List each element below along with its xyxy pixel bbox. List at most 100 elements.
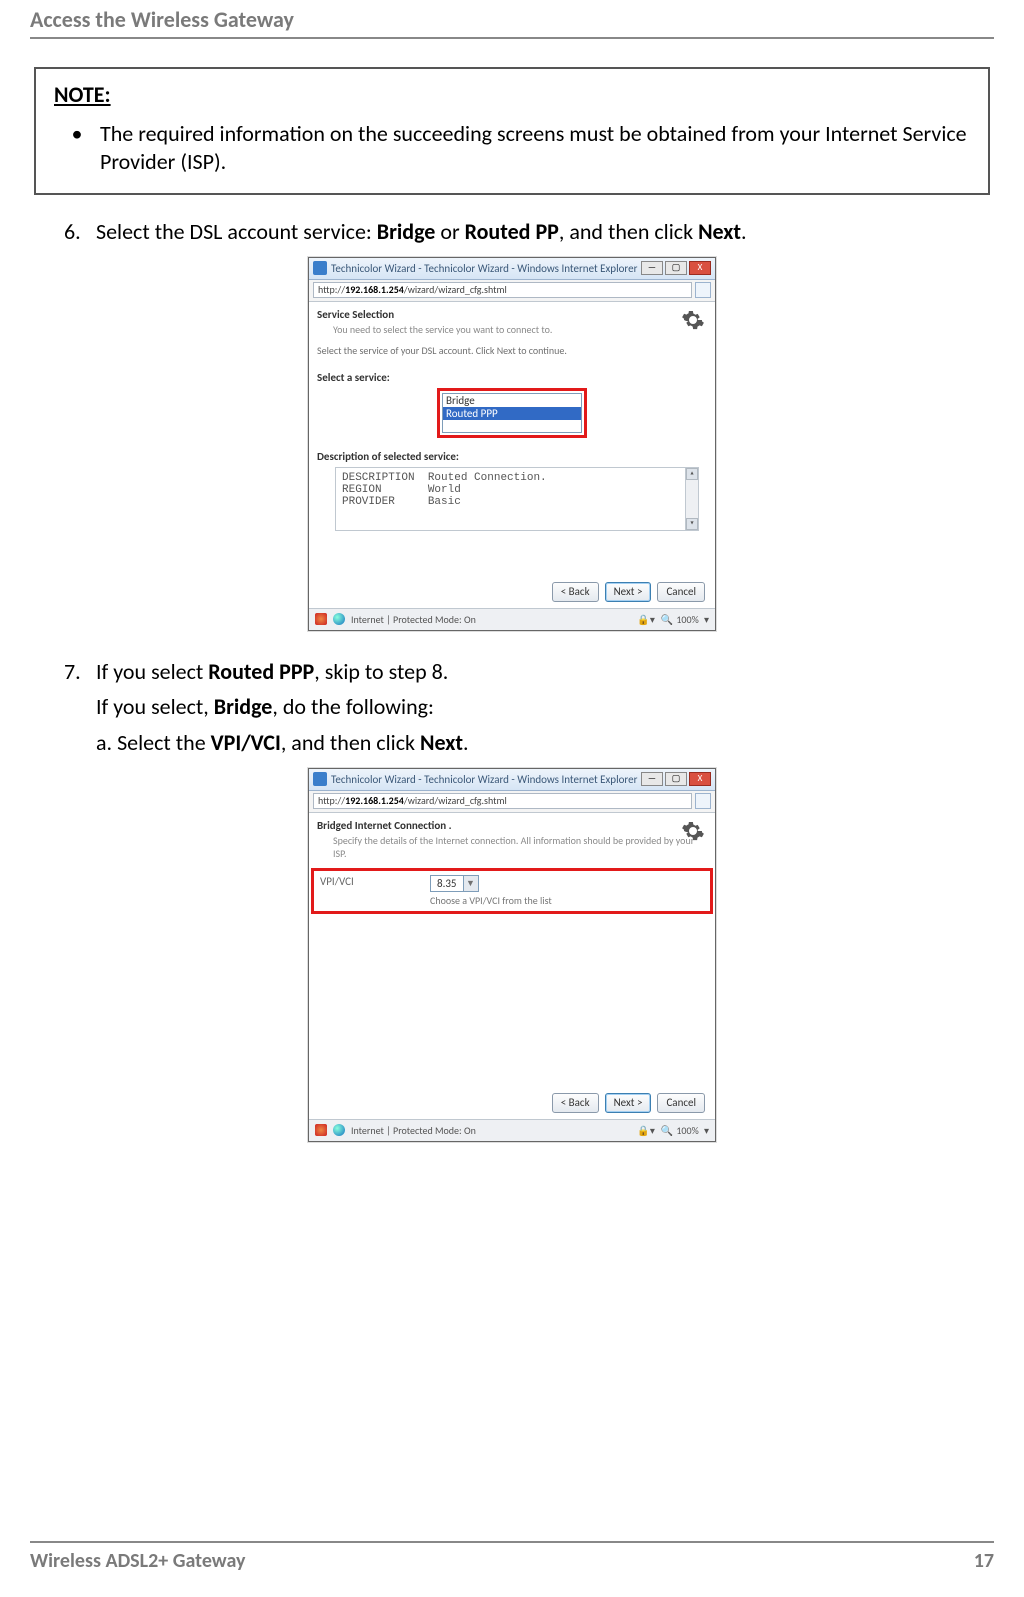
description-label: Description of selected service:	[317, 450, 707, 463]
footer-rule	[30, 1541, 994, 1543]
ie-address-bar[interactable]: http://192.168.1.254/wizard/wizard_cfg.s…	[309, 791, 715, 813]
description-box: DESCRIPTION Routed Connection. REGION Wo…	[335, 467, 699, 531]
vpivci-dropdown[interactable]: 8.35 ▼	[430, 875, 479, 892]
footer-page-number: 17	[974, 1549, 994, 1573]
footer-left: Wireless ADSL2+ Gateway	[30, 1549, 245, 1573]
step-7-body: If you select Routed PPP, skip to step 8…	[96, 657, 990, 758]
description-scrollbar[interactable]: ▴ ▾	[685, 468, 698, 530]
step-6-mid1: or	[435, 218, 464, 245]
step-7a-mid: , and then click	[281, 729, 420, 756]
step-7-line1-bold: Routed PPP	[208, 658, 314, 685]
header-rule	[30, 37, 994, 39]
step-7-line1-post: , skip to step 8.	[314, 658, 448, 685]
ie-favicon-icon	[313, 261, 327, 275]
scroll-down-icon[interactable]: ▾	[686, 518, 698, 530]
step-7: 7. If you select Routed PPP, skip to ste…	[64, 657, 990, 758]
service-prompt: Select the service of your DSL account. …	[317, 344, 707, 357]
back-button[interactable]: < Back	[552, 582, 599, 602]
service-option-routed-ppp[interactable]: Routed PPP	[443, 407, 581, 420]
security-shield-icon	[315, 1124, 327, 1136]
step-7a-bold-next: Next	[420, 729, 463, 756]
window-maximize-button[interactable]: ▢	[665, 261, 687, 275]
bullet-dot: •	[54, 120, 100, 175]
ie-window-title: Technicolor Wizard - Technicolor Wizard …	[331, 262, 641, 275]
note-bullet: • The required information on the succee…	[54, 120, 970, 175]
ie-window-service-selection: Technicolor Wizard - Technicolor Wizard …	[308, 257, 716, 631]
ie-refresh-icon[interactable]	[695, 793, 711, 809]
service-listbox[interactable]: Bridge Routed PPP	[442, 393, 582, 433]
step-6-text: Select the DSL account service:	[96, 218, 377, 245]
status-text: Internet | Protected Mode: On	[351, 1124, 476, 1137]
window-minimize-button[interactable]: —	[641, 772, 663, 786]
step-7-line2-bold: Bridge	[214, 693, 273, 720]
section-title: Service Selection	[317, 308, 707, 321]
section-desc: Specify the details of the Internet conn…	[333, 834, 707, 860]
protected-mode-icon[interactable]: 🔒▾	[637, 1124, 654, 1137]
security-shield-icon	[315, 613, 327, 625]
section-desc: You need to select the service you want …	[333, 323, 707, 336]
zoom-control[interactable]: 🔍100% ▾	[661, 1124, 709, 1137]
ie-window-title: Technicolor Wizard - Technicolor Wizard …	[331, 773, 641, 786]
step-6-bold-next: Next	[698, 218, 741, 245]
step-7-line2-pre: If you select,	[96, 693, 214, 720]
ie-refresh-icon[interactable]	[695, 282, 711, 298]
gear-icon	[681, 308, 705, 332]
next-button[interactable]: Next >	[605, 1093, 652, 1113]
vpivci-label: VPI/VCI	[320, 875, 430, 888]
zoom-icon: 🔍	[661, 613, 673, 626]
page-header-title: Access the Wireless Gateway	[30, 0, 994, 37]
zoom-control[interactable]: 🔍100% ▾	[661, 613, 709, 626]
ie-status-bar: Internet | Protected Mode: On 🔒▾ 🔍100% ▾	[309, 1119, 715, 1141]
step-7a-pre: a. Select the	[96, 729, 211, 756]
back-button[interactable]: < Back	[552, 1093, 599, 1113]
step-6-post: .	[741, 218, 747, 245]
service-option-blank	[443, 420, 581, 432]
step-7-number: 7.	[64, 657, 96, 758]
step-6-bold-routed: Routed PP	[465, 218, 559, 245]
note-box: NOTE: • The required information on the …	[34, 67, 990, 195]
zoom-icon: 🔍	[661, 1124, 673, 1137]
ie-status-bar: Internet | Protected Mode: On 🔒▾ 🔍100% ▾	[309, 608, 715, 630]
step-7a-post: .	[463, 729, 469, 756]
window-minimize-button[interactable]: —	[641, 261, 663, 275]
scroll-up-icon[interactable]: ▴	[686, 468, 698, 480]
section-title: Bridged Internet Connection .	[317, 819, 707, 832]
next-button[interactable]: Next >	[605, 582, 652, 602]
ie-titlebar[interactable]: Technicolor Wizard - Technicolor Wizard …	[309, 258, 715, 280]
page-footer: Wireless ADSL2+ Gateway 17	[30, 1541, 994, 1573]
select-service-label: Select a service:	[317, 371, 707, 384]
service-option-bridge[interactable]: Bridge	[443, 394, 581, 407]
note-label: NOTE:	[54, 81, 970, 108]
status-text: Internet | Protected Mode: On	[351, 613, 476, 626]
ie-address-bar[interactable]: http://192.168.1.254/wizard/wizard_cfg.s…	[309, 280, 715, 302]
ie-window-bridged-connection: Technicolor Wizard - Technicolor Wizard …	[308, 768, 716, 1142]
ie-url-field[interactable]: http://192.168.1.254/wizard/wizard_cfg.s…	[313, 282, 692, 298]
step-7-line2-post: , do the following:	[272, 693, 434, 720]
wizard-content-bridged: Bridged Internet Connection . Specify th…	[309, 813, 715, 1119]
cancel-button[interactable]: Cancel	[657, 1093, 705, 1113]
window-close-button[interactable]: X	[689, 261, 711, 275]
ie-url-field[interactable]: http://192.168.1.254/wizard/wizard_cfg.s…	[313, 793, 692, 809]
step-7a-bold-vpivci: VPI/VCI	[211, 729, 281, 756]
step-6-body: Select the DSL account service: Bridge o…	[96, 217, 990, 247]
wizard-content-service: Service Selection You need to select the…	[309, 302, 715, 608]
ie-titlebar[interactable]: Technicolor Wizard - Technicolor Wizard …	[309, 769, 715, 791]
internet-zone-icon	[333, 613, 345, 625]
step-6-mid2: , and then click	[559, 218, 698, 245]
step-6: 6. Select the DSL account service: Bridg…	[64, 217, 990, 247]
service-list-highlight: Bridge Routed PPP	[437, 388, 587, 438]
step-6-number: 6.	[64, 217, 96, 247]
ie-favicon-icon	[313, 772, 327, 786]
window-maximize-button[interactable]: ▢	[665, 772, 687, 786]
step-7-line1-pre: If you select	[96, 658, 208, 685]
internet-zone-icon	[333, 1124, 345, 1136]
vpivci-row-highlight: VPI/VCI 8.35 ▼ Choose a VPI/VCI from the…	[311, 868, 713, 914]
vpivci-hint: Choose a VPI/VCI from the list	[430, 894, 552, 907]
chevron-down-icon[interactable]: ▼	[463, 876, 478, 891]
gear-icon	[681, 819, 705, 843]
note-text: The required information on the succeedi…	[100, 120, 970, 175]
protected-mode-icon[interactable]: 🔒▾	[637, 613, 654, 626]
window-close-button[interactable]: X	[689, 772, 711, 786]
vpivci-value: 8.35	[431, 876, 463, 891]
cancel-button[interactable]: Cancel	[657, 582, 705, 602]
